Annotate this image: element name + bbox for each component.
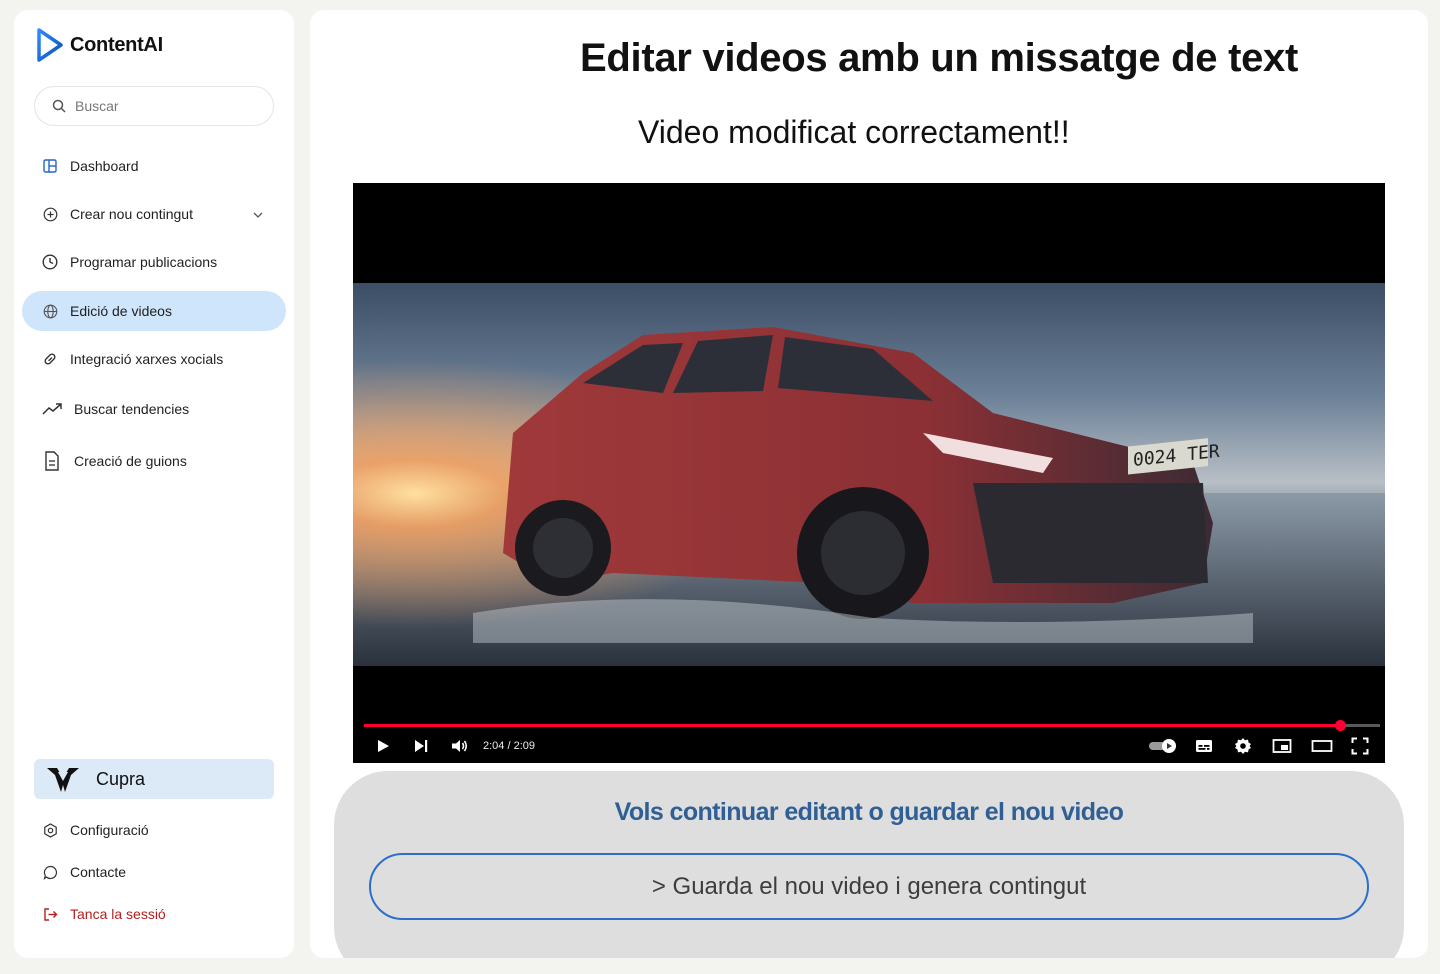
autoplay-toggle-icon: [1149, 739, 1176, 753]
sidebar-item-dashboard[interactable]: Dashboard: [22, 146, 286, 186]
logout-link[interactable]: Tanca la sessió: [42, 906, 166, 922]
main-content: Editar videos amb un missatge de text Vi…: [310, 10, 1428, 958]
progress-bar[interactable]: [364, 720, 1380, 731]
video-player[interactable]: 0024 TER 2:04 / 2:09: [353, 183, 1385, 763]
progress-fill: [364, 724, 1341, 727]
status-message: Video modificat correctament!!: [638, 114, 1070, 150]
fullscreen-icon: [1351, 737, 1369, 755]
play-logo-icon: [36, 28, 64, 62]
volume-button[interactable]: [451, 737, 469, 755]
brand-name: Cupra: [96, 768, 146, 789]
logout-label: Tanca la sessió: [70, 906, 166, 922]
next-button[interactable]: [413, 737, 429, 755]
sidebar-item-label: Programar publicacions: [70, 254, 218, 270]
sidebar-item-video-edit[interactable]: Edició de videos: [22, 291, 286, 331]
link-icon: [42, 351, 58, 367]
subtitles-icon: [1196, 740, 1212, 752]
skip-next-icon: [415, 740, 428, 752]
autoplay-toggle[interactable]: [1148, 737, 1178, 755]
sidebar-item-label: Crear nou contingut: [70, 206, 193, 222]
subtitles-button[interactable]: [1195, 737, 1213, 755]
play-icon: [378, 740, 389, 752]
sidebar-item-label: Buscar tendencies: [74, 401, 190, 417]
sidebar-item-label: Dashboard: [70, 158, 139, 174]
play-button[interactable]: [375, 737, 391, 755]
settings-link[interactable]: Configuració: [42, 822, 149, 838]
gear-icon: [1235, 738, 1251, 754]
document-icon: [42, 451, 62, 471]
sidebar-item-schedule[interactable]: Programar publicacions: [22, 242, 286, 282]
miniplayer-icon: [1272, 739, 1292, 753]
video-thumbnail-image: 0024 TER: [353, 283, 1385, 666]
brand-selector[interactable]: Cupra: [34, 759, 274, 799]
sidebar: ContentAI Dashboard Crear nou contingut …: [14, 10, 294, 958]
sidebar-item-label: Creació de guions: [74, 453, 187, 469]
theater-mode-icon: [1311, 740, 1333, 752]
video-time: 2:04 / 2:09: [483, 740, 535, 752]
volume-icon: [452, 740, 468, 752]
theater-mode-button[interactable]: [1311, 737, 1333, 755]
chat-icon: [42, 864, 58, 880]
save-and-generate-button[interactable]: > Guarda el nou video i genera contingut: [369, 853, 1369, 920]
search-input[interactable]: [75, 98, 245, 114]
clock-icon: [42, 254, 58, 270]
plus-circle-icon: [42, 206, 58, 222]
settings-button[interactable]: [1234, 737, 1252, 755]
panel-question: Vols continuar editant o guardar el nou …: [614, 798, 1124, 826]
dashboard-icon: [42, 158, 58, 174]
action-panel: Vols continuar editant o guardar el nou …: [334, 771, 1404, 958]
sidebar-item-create-content[interactable]: Crear nou contingut: [22, 194, 286, 234]
gear-icon: [42, 822, 58, 838]
settings-label: Configuració: [70, 822, 149, 838]
sidebar-item-trends[interactable]: Buscar tendencies: [22, 389, 286, 429]
cupra-logo-icon: [46, 765, 80, 793]
sidebar-item-label: Edició de videos: [70, 303, 172, 319]
contact-link[interactable]: Contacte: [42, 864, 126, 880]
search-box[interactable]: [34, 86, 274, 126]
sidebar-item-social-integration[interactable]: Integració xarxes xocials: [22, 339, 286, 379]
app-logo[interactable]: ContentAI: [36, 28, 163, 62]
chevron-down-icon[interactable]: [250, 207, 266, 223]
contact-label: Contacte: [70, 864, 127, 880]
fullscreen-button[interactable]: [1351, 737, 1369, 755]
progress-knob[interactable]: [1335, 720, 1347, 731]
trending-up-icon: [42, 401, 62, 417]
globe-icon: [42, 303, 58, 319]
page-title: Editar videos amb un missatge de text: [580, 36, 1299, 80]
video-frame[interactable]: 0024 TER: [353, 283, 1385, 666]
app-name: ContentAI: [70, 33, 163, 56]
logout-icon: [42, 906, 58, 922]
sidebar-item-scripts[interactable]: Creació de guions: [22, 441, 286, 481]
search-icon: [51, 98, 67, 114]
sidebar-item-label: Integració xarxes xocials: [70, 351, 224, 367]
miniplayer-button[interactable]: [1272, 737, 1292, 755]
